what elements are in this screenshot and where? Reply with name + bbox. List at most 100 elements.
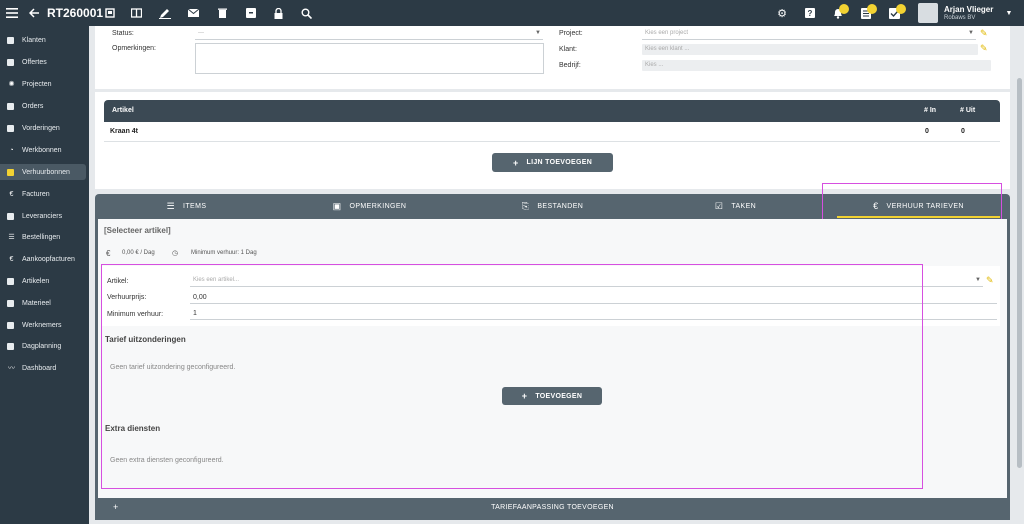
email-icon[interactable] [185,5,201,21]
back-arrow-icon[interactable] [26,5,42,21]
delete-icon[interactable] [214,5,230,21]
sidebar: Klanten Offertes ✺ Projecten Orders Vorde… [0,26,89,524]
sidebar-item-dashboard[interactable]: 〰 Dashboard [0,360,86,376]
lock-icon[interactable] [270,5,286,21]
list-icon: ☰ [166,200,176,211]
tab-label: BESTANDEN [537,202,584,210]
sidebar-item-label: Bestellingen [22,233,61,241]
select-article-title: [Selecteer artikel] [104,226,171,235]
status-value: --- [198,30,204,36]
items-table-header: Artikel # In # Uit [104,100,1000,122]
cell-artikel: Kraan 4t [110,128,139,135]
rental-icon [7,168,14,176]
edit-pencil-icon[interactable]: ✎ [986,275,994,286]
chart-icon: 〰 [8,365,15,372]
hamburger-menu-icon[interactable] [4,5,20,21]
highlight-box-form [101,264,923,489]
tab-label: TAKEN [731,202,757,210]
equipment-icon [7,299,14,307]
notifications-badge [839,4,849,14]
sidebar-item-bestellingen[interactable]: ☰ Bestellingen [0,229,86,245]
tab-items[interactable]: ☰ ITEMS [95,194,278,218]
opmerkingen-textarea[interactable] [195,43,544,74]
klant-field[interactable]: Kies een klant ... [642,44,978,55]
sidebar-item-facturen[interactable]: € Facturen [0,186,86,202]
bedrijf-placeholder: Kies ... [645,62,664,68]
euro-icon: € [9,190,14,198]
euro-icon: € [9,255,14,263]
sidebar-item-klanten[interactable]: Klanten [0,32,86,48]
sidebar-item-verhuurbonnen[interactable]: Verhuurbonnen [0,164,86,180]
sidebar-item-label: Facturen [22,190,50,198]
tab-bestanden[interactable]: ⎘ BESTANDEN [461,194,644,218]
sidebar-item-label: Vorderingen [22,124,60,132]
sidebar-item-offertes[interactable]: Offertes [0,54,86,70]
bedrijf-field[interactable]: Kies ... [642,60,991,71]
clients-icon [7,36,14,44]
user-avatar[interactable] [918,3,938,23]
workorders-icon: ◔ [9,146,14,154]
klant-placeholder: Kies een klant ... [645,46,690,52]
employees-icon [7,321,14,329]
sidebar-item-label: Leveranciers [22,212,63,220]
tasks-badge [867,4,877,14]
sidebar-item-werknemers[interactable]: Werknemers [0,317,86,333]
chevron-down-icon: ▼ [535,30,541,36]
user-name[interactable]: Arjan Vlieger [944,5,993,14]
price-summary: 0,00 € / Dag [122,250,155,256]
clock-icon: ◷ [172,250,179,257]
sidebar-item-label: Offertes [22,58,47,66]
opmerkingen-label: Opmerkingen: [112,45,156,52]
add-rate-adjustment-label: TARIEFAANPASSING TOEVOEGEN [491,504,614,511]
book-icon[interactable] [128,5,144,21]
settings-gear-icon[interactable]: ⚙ [774,5,790,21]
edit-pencil-icon[interactable] [157,5,173,21]
project-label: Project: [559,30,583,37]
sidebar-item-materieel[interactable]: Materieel [0,295,86,311]
add-line-button[interactable]: + LIJN TOEVOEGEN [492,153,613,172]
tab-opmerkingen[interactable]: ▣ OPMERKINGEN [278,194,461,218]
vertical-scrollbar[interactable] [1017,78,1022,468]
document-title: RT260001 [47,6,104,20]
progress-icon [7,124,14,132]
euro-icon: € [106,249,111,258]
cell-uit: 0 [961,128,965,135]
archive-icon[interactable] [243,5,259,21]
sidebar-item-label: Werkbonnen [22,146,62,154]
quotes-icon [7,58,14,66]
help-icon[interactable]: ? [802,5,818,21]
orders-icon [7,102,14,110]
sidebar-item-vorderingen[interactable]: Vorderingen [0,120,86,136]
svg-text:?: ? [808,9,813,18]
sidebar-item-label: Dagplanning [22,342,62,350]
min-summary: Minimum verhuur: 1 Dag [191,250,257,256]
sidebar-item-artikelen[interactable]: Artikelen [0,273,86,289]
chevron-down-icon[interactable]: ▼ [1001,5,1017,21]
table-row[interactable]: Kraan 4t 0 0 [104,122,1000,142]
edit-pencil-icon[interactable]: ✎ [980,43,988,54]
add-rate-adjustment-bar[interactable]: + TARIEFAANPASSING TOEVOEGEN [98,498,1007,517]
sidebar-item-aankoopfacturen[interactable]: € Aankoopfacturen [0,251,86,267]
tab-label: OPMERKINGEN [349,202,407,210]
project-select[interactable]: Kies een project ▼ [642,28,976,40]
pdf-icon[interactable] [102,5,118,21]
sidebar-item-label: Verhuurbonnen [22,168,70,176]
sidebar-item-orders[interactable]: Orders [0,98,86,114]
checkbox-icon: ☑ [714,200,724,211]
sidebar-item-label: Werknemers [22,321,62,329]
sidebar-item-werkbonnen[interactable]: ◔ Werkbonnen [0,142,86,158]
tab-taken[interactable]: ☑ TAKEN [644,194,827,218]
approvals-badge [896,4,906,14]
sidebar-item-leveranciers[interactable]: Leveranciers [0,208,86,224]
sidebar-item-dagplanning[interactable]: Dagplanning [0,338,86,354]
search-icon[interactable] [298,5,314,21]
status-select[interactable]: --- ▼ [195,28,543,40]
klant-label: Klant: [559,46,577,53]
user-company: Robaws BV [944,15,976,21]
sidebar-item-projecten[interactable]: ✺ Projecten [0,76,86,92]
sidebar-item-label: Dashboard [22,364,57,372]
edit-pencil-icon[interactable]: ✎ [980,28,988,39]
sidebar-item-label: Klanten [22,36,46,44]
sidebar-item-label: Projecten [22,80,52,88]
project-placeholder: Kies een project [645,30,689,36]
